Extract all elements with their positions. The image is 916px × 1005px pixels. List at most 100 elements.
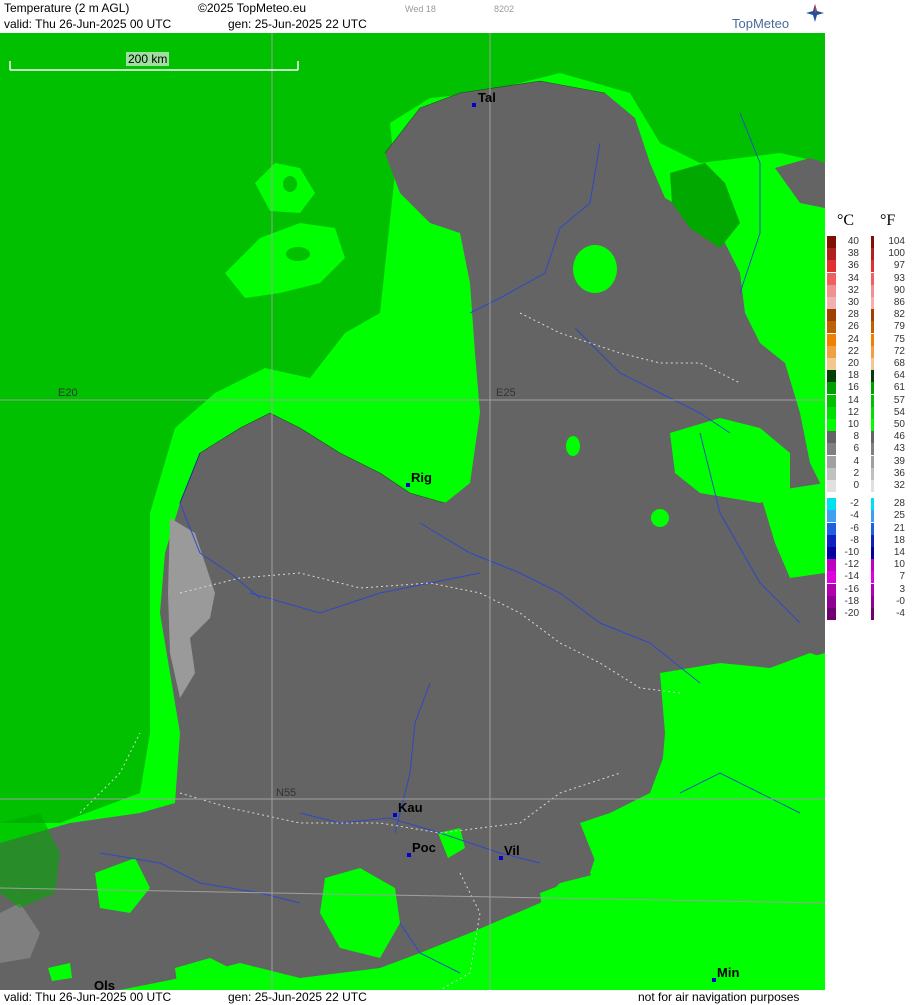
legend-value-c: 28	[847, 309, 859, 321]
city-label-min[interactable]: Min	[717, 965, 739, 980]
legend-swatch-c	[827, 419, 836, 431]
city-label-rig[interactable]: Rig	[411, 470, 432, 485]
legend-swatch-f	[871, 608, 874, 620]
legend-swatch-c	[827, 370, 836, 383]
legend-value-c: 10	[847, 419, 859, 430]
legend-swatch-f	[871, 272, 874, 285]
legend-value-f: 14	[893, 547, 905, 558]
faint-code-text: 8202	[494, 4, 515, 14]
map-footer: valid: Thu 26-Jun-2025 00 UTC gen: 25-Ju…	[0, 990, 825, 1005]
legend-value-c: 36	[847, 260, 859, 272]
temperature-legend: °C °F 40 104 38 100 36 97 34 93 32 90 30 86 28 82 26 79…	[825, 0, 916, 1005]
legend-value-f: 64	[893, 370, 905, 382]
legend-unit-celsius: °C	[837, 212, 855, 229]
legend-swatch-c	[827, 358, 836, 370]
legend-swatch-c	[827, 333, 836, 346]
legend-swatch-c	[827, 595, 836, 608]
legend-swatch-c	[827, 394, 836, 407]
legend-value-f: 61	[893, 382, 905, 394]
faint-day-text: Wed 18	[405, 4, 436, 14]
city-label-tal[interactable]: Tal	[478, 90, 496, 105]
legend-swatch-f	[871, 358, 874, 370]
legend-swatch-f	[871, 394, 874, 407]
city-marker-rig	[406, 483, 410, 487]
legend-value-c: 24	[847, 333, 859, 345]
legend-value-f: -4	[896, 608, 905, 619]
legend-value-c: -4	[850, 510, 859, 522]
legend-swatch-f	[871, 406, 874, 419]
legend-swatch-f	[871, 333, 874, 346]
legend-swatch-f	[871, 480, 874, 492]
weather-map[interactable]: 200 km E20 E25 N55 Tal Rig Kau Poc Vil M…	[0, 33, 825, 990]
legend-swatch-c	[827, 571, 836, 584]
legend-value-c: 40	[847, 236, 859, 247]
legend-swatch-f	[871, 248, 874, 261]
legend-value-c: 22	[847, 345, 859, 357]
legend-value-c: -14	[844, 571, 859, 583]
legend-value-f: 90	[893, 284, 905, 296]
legend-swatch-f	[871, 559, 874, 572]
footer-disclaimer: not for air navigation purposes	[638, 990, 800, 1004]
legend-swatch-f	[871, 297, 874, 309]
legend-value-f: 79	[893, 321, 905, 333]
generated-time: gen: 25-Jun-2025 22 UTC	[228, 17, 367, 31]
legend-value-c: 16	[847, 382, 859, 394]
city-marker-vil	[499, 856, 503, 860]
legend-swatch-f	[871, 321, 874, 334]
legend-value-f: 57	[893, 394, 905, 406]
legend-swatch-f	[871, 571, 874, 584]
legend-swatch-c	[827, 260, 836, 273]
legend-value-c: 0	[853, 480, 859, 491]
legend-swatch-c	[827, 455, 836, 468]
city-label-ols[interactable]: Ols	[94, 978, 115, 990]
city-label-vil[interactable]: Vil	[504, 843, 520, 858]
legend-swatch-f	[871, 443, 874, 456]
legend-value-f: 28	[893, 498, 905, 510]
city-marker-poc	[407, 853, 411, 857]
legend-swatch-c	[827, 480, 836, 492]
legend-unit-fahrenheit: °F	[880, 212, 896, 229]
legend-value-f: 72	[893, 345, 905, 357]
footer-valid-time: valid: Thu 26-Jun-2025 00 UTC	[4, 990, 172, 1004]
legend-swatch-c	[827, 431, 836, 444]
legend-value-c: -8	[850, 534, 859, 546]
legend-swatch-c	[827, 382, 836, 395]
legend-value-c: 2	[853, 467, 859, 479]
footer-generated-time: gen: 25-Jun-2025 22 UTC	[228, 990, 367, 1004]
legend-value-c: 4	[853, 455, 859, 467]
legend-swatch-c	[827, 608, 836, 620]
legend-value-c: -18	[844, 595, 859, 607]
legend-swatch-f	[871, 547, 874, 559]
legend-value-c: 30	[847, 297, 859, 308]
legend-swatch-f	[871, 522, 874, 535]
legend-value-c: 18	[847, 370, 859, 382]
legend-swatch-f	[871, 431, 874, 444]
legend-value-c: -12	[844, 559, 859, 571]
valid-time: valid: Thu 26-Jun-2025 00 UTC	[4, 17, 172, 31]
legend-value-c: 38	[847, 248, 859, 260]
legend-swatch-c	[827, 559, 836, 572]
map-header: Temperature (2 m AGL) ©2025 TopMeteo.eu …	[0, 0, 825, 33]
legend-value-f: 100	[888, 248, 905, 260]
legend-swatch-c	[827, 236, 836, 248]
legend-swatch-c	[827, 534, 836, 547]
city-label-kau[interactable]: Kau	[398, 800, 423, 815]
legend-value-c: 20	[847, 358, 859, 369]
legend-value-c: -2	[850, 498, 859, 510]
legend-swatch-f	[871, 467, 874, 480]
legend-value-f: 21	[893, 522, 905, 534]
legend-swatch-c	[827, 321, 836, 334]
product-title: Temperature (2 m AGL)	[4, 1, 130, 15]
legend-value-c: 6	[853, 443, 859, 455]
city-label-poc[interactable]: Poc	[412, 840, 436, 855]
legend-value-c: -10	[844, 547, 859, 558]
legend-swatch-c	[827, 248, 836, 261]
legend-value-f: 104	[888, 236, 905, 247]
copyright-text: ©2025 TopMeteo.eu	[198, 1, 307, 15]
compass-logo-icon	[806, 4, 824, 25]
brand-logo-text: TopMeteo	[732, 16, 790, 31]
legend-swatch-f	[871, 510, 874, 523]
legend-value-f: 43	[893, 443, 905, 455]
legend-value-c: -20	[844, 608, 859, 619]
legend-value-f: 18	[893, 534, 905, 546]
